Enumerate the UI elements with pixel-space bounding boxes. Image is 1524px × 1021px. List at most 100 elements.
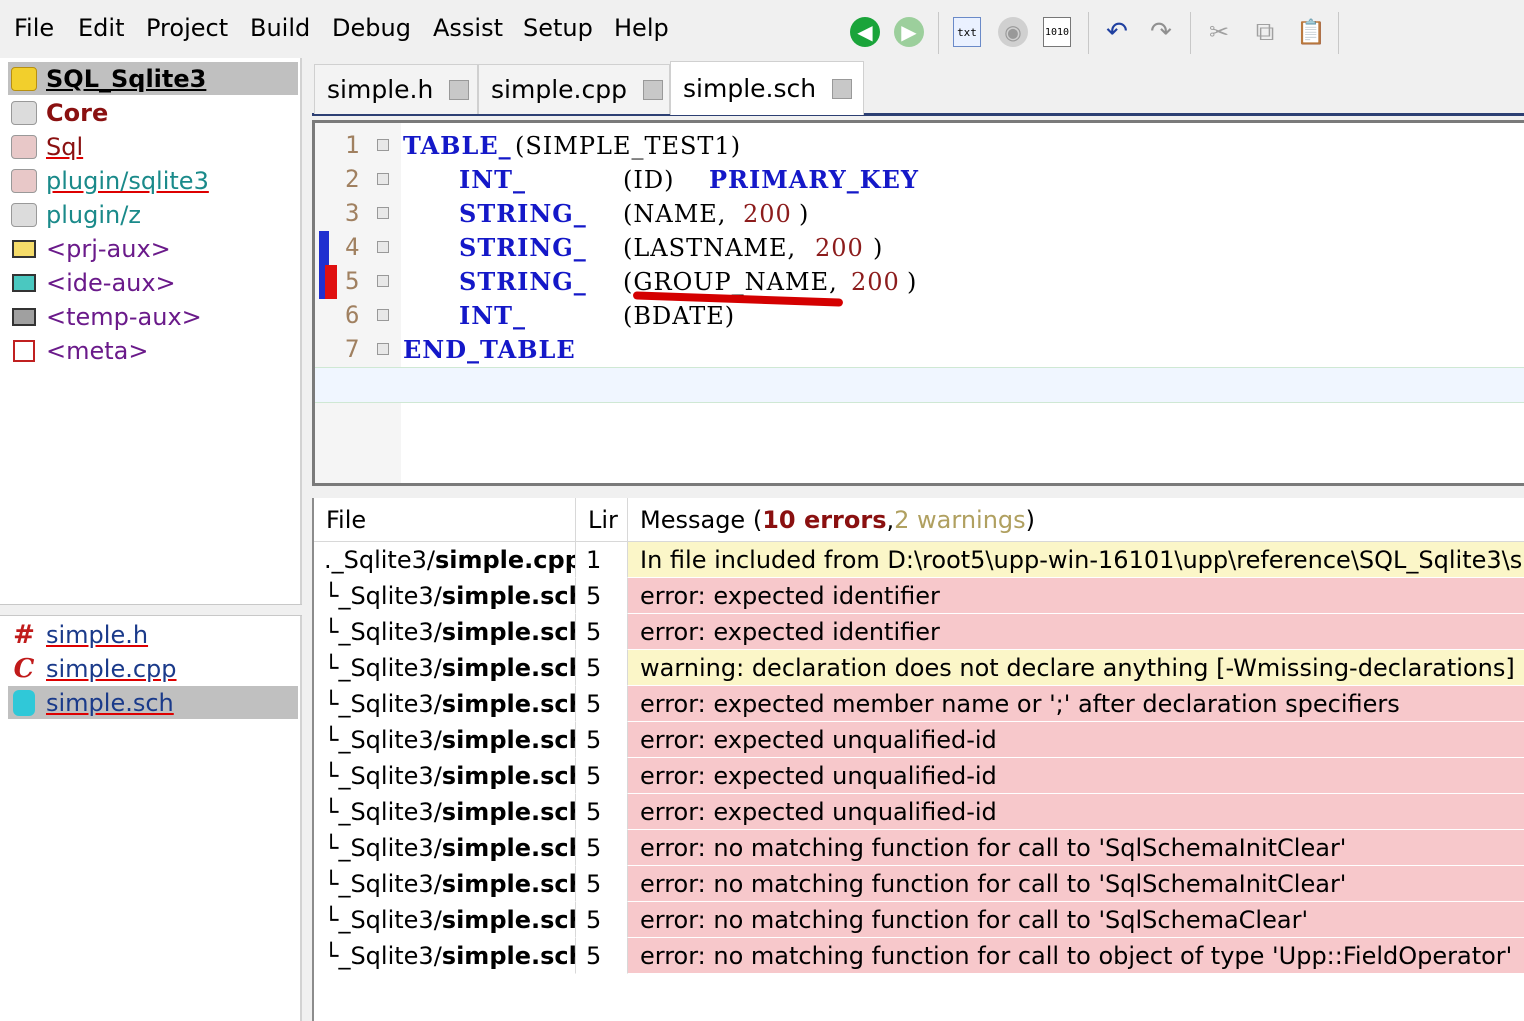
error-file-name: simple.sch: [441, 689, 576, 718]
code-editor[interactable]: 12345678 TABLE_(SIMPLE_TEST1)INT_(ID)PRI…: [312, 120, 1524, 486]
package-core[interactable]: Core: [8, 96, 298, 129]
error-file-cell: └_Sqlite3/simple.sch: [314, 938, 576, 974]
code-keyword: STRING_: [459, 199, 587, 228]
toolbar-separator: [938, 12, 939, 54]
menu-project[interactable]: Project: [146, 12, 228, 44]
error-row[interactable]: └_Sqlite3/simple.sch 5 error: expected unq…: [314, 794, 1524, 830]
forward-icon: ▶: [894, 17, 924, 47]
menu-debug[interactable]: Debug: [332, 12, 411, 44]
cut-button[interactable]: ✂: [1202, 14, 1236, 50]
redo-button[interactable]: ↷: [1144, 14, 1178, 50]
package-label: <temp-aux>: [46, 302, 202, 331]
code-keyword: TABLE_: [403, 131, 512, 160]
package-meta[interactable]: <meta>: [8, 334, 298, 367]
menu-assist[interactable]: Assist: [433, 12, 503, 44]
error-message-cell: error: expected unqualified-id: [628, 722, 1524, 758]
error-row[interactable]: └_Sqlite3/simple.sch 5 error: expected mem…: [314, 686, 1524, 722]
error-line-cell: 5: [576, 866, 628, 902]
line-number-text: 3: [345, 199, 360, 227]
error-line-cell: 1: [576, 542, 628, 578]
tab-simple-sch[interactable]: simple.sch: [670, 61, 864, 115]
tab-close-icon[interactable]: [449, 79, 470, 100]
error-row[interactable]: └_Sqlite3/simple.sch 5 error: expected ide…: [314, 614, 1524, 650]
file-item-simple-h[interactable]: # simple.h: [8, 618, 298, 651]
column-header-file[interactable]: File: [314, 498, 576, 542]
package-ide-aux[interactable]: <ide-aux>: [8, 266, 298, 299]
toolbar-separator: [1338, 12, 1339, 54]
code-text: (NAME,: [623, 200, 727, 228]
txt-view-button[interactable]: txt: [950, 14, 984, 50]
package-sql[interactable]: Sql: [8, 130, 298, 163]
error-row[interactable]: └_Sqlite3/simple.sch 5 error: no matching …: [314, 830, 1524, 866]
file-item-simple-sch[interactable]: simple.sch: [8, 686, 298, 719]
code-text: ): [907, 268, 918, 296]
fold-marker-icon[interactable]: [377, 343, 389, 355]
column-header-line[interactable]: Lir: [576, 498, 628, 542]
package-sql-sqlite3[interactable]: SQL_Sqlite3: [8, 62, 298, 95]
fold-marker-icon[interactable]: [377, 207, 389, 219]
menu-edit[interactable]: Edit: [78, 12, 124, 44]
error-file-cell: ._Sqlite3/simple.cpp: [314, 542, 576, 578]
fold-marker-icon[interactable]: [377, 241, 389, 253]
error-file-name: simple.sch: [441, 869, 576, 898]
menu-build[interactable]: Build: [250, 12, 310, 44]
menu-help[interactable]: Help: [614, 12, 669, 44]
tab-label: simple.cpp: [491, 75, 627, 104]
error-file-cell: └_Sqlite3/simple.sch: [314, 758, 576, 794]
error-row[interactable]: └_Sqlite3/simple.sch 5 error: expected ide…: [314, 578, 1524, 614]
error-file-path: └_Sqlite3/: [324, 797, 442, 826]
package-icon: [8, 98, 40, 128]
package-plugin-z[interactable]: plugin/z: [8, 198, 298, 231]
code-text: (SIMPLE_TEST1): [515, 132, 742, 160]
menu-setup[interactable]: Setup: [523, 12, 593, 44]
error-row[interactable]: └_Sqlite3/simple.sch 5 error: no matching …: [314, 866, 1524, 902]
error-file-path: └_Sqlite3/: [324, 941, 442, 970]
undo-button[interactable]: ↶: [1100, 14, 1134, 50]
toolbar-separator: [1190, 12, 1191, 54]
fold-marker-icon[interactable]: [377, 139, 389, 151]
column-header-message[interactable]: Message ( 10 errors , 2 warnings ): [628, 498, 1524, 542]
file-label: simple.h: [46, 620, 149, 649]
tab-simple-h[interactable]: simple.h: [314, 64, 478, 114]
error-message-cell: In file included from D:\root5\upp-win-1…: [628, 542, 1524, 578]
forward-button[interactable]: ▶: [892, 14, 926, 50]
error-row[interactable]: └_Sqlite3/simple.sch 5 warning: declaratio…: [314, 650, 1524, 686]
editor-splitter[interactable]: [312, 486, 1524, 498]
package-plugin-sqlite3[interactable]: plugin/sqlite3: [8, 164, 298, 197]
back-button[interactable]: ◀: [848, 14, 882, 50]
error-list-panel: File Lir Message ( 10 errors , 2 warning…: [312, 498, 1524, 1021]
cut-icon: ✂: [1208, 18, 1230, 46]
code-text: ): [799, 200, 810, 228]
code-text: (ID): [623, 166, 675, 194]
left-splitter[interactable]: [0, 604, 302, 616]
code-keyword: INT_: [459, 301, 527, 330]
error-row[interactable]: ._Sqlite3/simple.cpp 1 In file included fr…: [314, 542, 1524, 578]
error-row[interactable]: └_Sqlite3/simple.sch 5 error: no matching …: [314, 938, 1524, 974]
tab-close-icon[interactable]: [832, 78, 853, 99]
fold-marker-icon[interactable]: [377, 173, 389, 185]
error-line-cell: 5: [576, 578, 628, 614]
package-icon: [8, 200, 40, 230]
fold-marker-icon[interactable]: [377, 309, 389, 321]
package-temp-aux[interactable]: <temp-aux>: [8, 300, 298, 333]
disk-button[interactable]: ◉: [996, 14, 1030, 50]
package-icon: [8, 64, 40, 94]
code-text: ): [873, 234, 884, 262]
fold-marker-icon[interactable]: [377, 275, 389, 287]
error-row[interactable]: └_Sqlite3/simple.sch 5 error: no matching …: [314, 902, 1524, 938]
error-file-name: simple.sch: [441, 725, 576, 754]
menu-file[interactable]: File: [14, 12, 54, 44]
file-item-simple-cpp[interactable]: C simple.cpp: [8, 652, 298, 685]
line-number-text: 2: [345, 165, 360, 193]
error-file-name: simple.sch: [441, 653, 576, 682]
tab-simple-cpp[interactable]: simple.cpp: [478, 64, 670, 114]
error-message-cell: error: expected member name or ';' after…: [628, 686, 1524, 722]
tab-close-icon[interactable]: [642, 79, 663, 100]
error-file-path: └_Sqlite3/: [324, 869, 442, 898]
error-row[interactable]: └_Sqlite3/simple.sch 5 error: expected unq…: [314, 758, 1524, 794]
binary-view-button[interactable]: 1010: [1040, 14, 1074, 50]
package-prj-aux[interactable]: <prj-aux>: [8, 232, 298, 265]
paste-button[interactable]: 📋: [1294, 14, 1328, 50]
error-row[interactable]: └_Sqlite3/simple.sch 5 error: expected unq…: [314, 722, 1524, 758]
copy-button[interactable]: ⧉: [1248, 14, 1282, 50]
